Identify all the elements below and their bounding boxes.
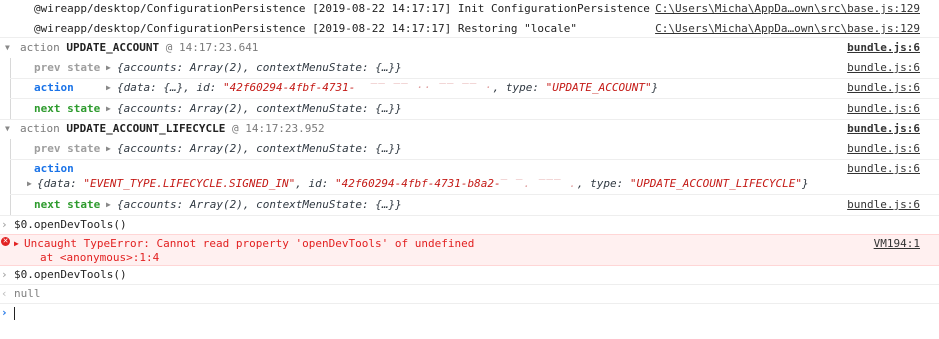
expand-triangle-icon[interactable]: ▼ xyxy=(5,124,10,133)
divider xyxy=(10,78,939,79)
expand-triangle-icon[interactable]: ▶ xyxy=(106,63,111,72)
group-timestamp: @ 14:17:23.952 xyxy=(231,122,325,135)
divider xyxy=(0,284,939,285)
group-indent-guide xyxy=(10,139,11,216)
action-value[interactable]: {data: "EVENT_TYPE.LIFECYCLE.SIGNED_IN",… xyxy=(37,177,809,190)
prev-state-value[interactable]: {accounts: Array(2), contextMenuState: {… xyxy=(117,61,402,74)
expand-triangle-icon[interactable]: ▼ xyxy=(5,43,10,52)
prompt-chevron-icon: › xyxy=(1,306,8,319)
prev-state-label: prev state xyxy=(34,142,101,155)
error-source-link[interactable]: VM194:1 xyxy=(874,237,920,250)
expand-triangle-icon[interactable]: ▶ xyxy=(106,104,111,113)
command-text: $0.openDevTools() xyxy=(14,218,127,231)
divider xyxy=(0,215,939,216)
expand-triangle-icon[interactable]: ▶ xyxy=(106,144,111,153)
group-action-name: UPDATE_ACCOUNT_LIFECYCLE xyxy=(66,122,226,135)
group-source-link[interactable]: bundle.js:6 xyxy=(847,122,920,135)
divider xyxy=(0,303,939,304)
expand-triangle-icon[interactable]: ▶ xyxy=(106,83,111,92)
expand-triangle-icon[interactable]: ▶ xyxy=(27,179,32,188)
error-stack: at <anonymous>:1:4 xyxy=(40,251,160,264)
error-text: Uncaught TypeError: Cannot read property… xyxy=(24,237,475,250)
expand-triangle-icon[interactable]: ▶ xyxy=(14,239,19,248)
source-link[interactable]: bundle.js:6 xyxy=(847,61,920,74)
next-state-value[interactable]: {accounts: Array(2), contextMenuState: {… xyxy=(117,102,402,115)
divider xyxy=(10,194,939,195)
log-text: @wireapp/desktop/ConfigurationPersistenc… xyxy=(34,22,578,35)
action-label: action xyxy=(34,81,74,94)
prev-state-label: prev state xyxy=(34,61,101,74)
divider xyxy=(10,159,939,160)
action-label: action xyxy=(34,162,74,175)
text-cursor xyxy=(14,307,15,320)
log-source-link[interactable]: C:\Users\Micha\AppDa…own\src\base.js:129 xyxy=(655,2,920,15)
prompt-chevron-icon: › xyxy=(1,268,8,281)
next-state-value[interactable]: {accounts: Array(2), contextMenuState: {… xyxy=(117,198,402,211)
result-chevron-icon: ‹ xyxy=(1,287,8,300)
source-link[interactable]: bundle.js:6 xyxy=(847,102,920,115)
divider xyxy=(0,37,939,38)
console-input[interactable]: › xyxy=(0,306,939,322)
divider xyxy=(0,119,939,120)
source-link[interactable]: bundle.js:6 xyxy=(847,142,920,155)
source-link[interactable]: bundle.js:6 xyxy=(847,81,920,94)
group-timestamp: @ 14:17:23.641 xyxy=(165,41,259,54)
log-source-link[interactable]: C:\Users\Micha\AppDa…own\src\base.js:129 xyxy=(655,22,920,35)
source-link[interactable]: bundle.js:6 xyxy=(847,162,920,175)
next-state-label: next state xyxy=(34,102,101,115)
prev-state-value[interactable]: {accounts: Array(2), contextMenuState: {… xyxy=(117,142,402,155)
group-action-name: UPDATE_ACCOUNT xyxy=(66,41,160,54)
group-keyword: action xyxy=(20,41,60,54)
divider xyxy=(10,98,939,99)
source-link[interactable]: bundle.js:6 xyxy=(847,198,920,211)
log-text: @wireapp/desktop/ConfigurationPersistenc… xyxy=(34,2,650,15)
error-message: ✕ ▶ Uncaught TypeError: Cannot read prop… xyxy=(0,234,939,266)
group-keyword: action xyxy=(20,122,60,135)
group-indent-guide xyxy=(10,58,11,120)
result-value: null xyxy=(14,287,41,300)
next-state-label: next state xyxy=(34,198,101,211)
error-icon: ✕ xyxy=(1,237,10,246)
prompt-chevron-icon: › xyxy=(1,218,8,231)
command-text: $0.openDevTools() xyxy=(14,268,127,281)
expand-triangle-icon[interactable]: ▶ xyxy=(106,200,111,209)
group-source-link[interactable]: bundle.js:6 xyxy=(847,41,920,54)
action-value[interactable]: {data: {…}, id: "42f60294-4fbf-4731- ‾‾ … xyxy=(117,81,658,94)
